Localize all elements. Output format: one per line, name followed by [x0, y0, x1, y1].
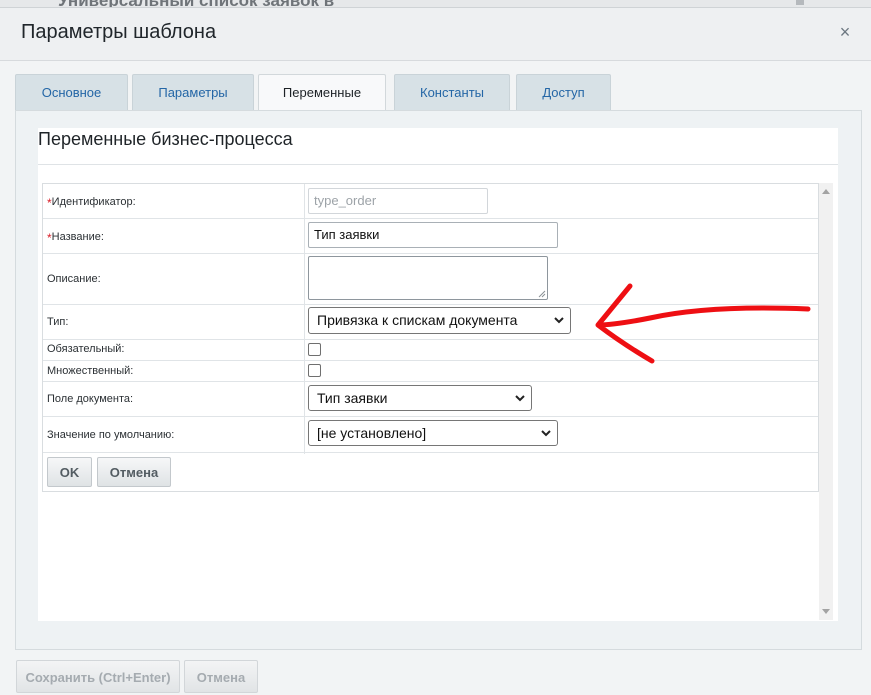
tab-access[interactable]: Доступ: [516, 74, 611, 111]
tab-parameters[interactable]: Параметры: [132, 74, 254, 111]
ok-button[interactable]: OK: [47, 457, 92, 487]
red-arrow-annotation: [595, 283, 811, 364]
type-label: Тип:: [47, 316, 69, 328]
document-field-select-value: Тип заявки: [317, 390, 388, 406]
section-header: Переменные бизнес-процесса: [38, 128, 838, 165]
footer-cancel-button[interactable]: Отмена: [184, 660, 258, 693]
scroll-up-icon[interactable]: [822, 189, 830, 194]
form-row-default-value: Значение по умолчанию: [не установлено]: [43, 416, 818, 453]
name-label: Название:: [51, 231, 104, 243]
close-icon[interactable]: ×: [836, 23, 854, 41]
identifier-label-wrap: *Идентификатор:: [47, 196, 136, 210]
tab-constants[interactable]: Константы: [394, 74, 510, 111]
dialog-header: Параметры шаблона ×: [0, 8, 871, 61]
multiple-checkbox[interactable]: [308, 364, 321, 377]
required-label: Обязательный:: [47, 343, 125, 355]
chevron-down-icon: [554, 317, 564, 324]
name-label-wrap: *Название:: [47, 231, 104, 245]
tab-content-panel: Переменные бизнес-процесса *Идентификато…: [15, 110, 862, 650]
multiple-label: Множественный:: [47, 365, 134, 377]
document-field-label: Поле документа:: [47, 393, 134, 405]
form-row-identifier: *Идентификатор: type_order: [43, 184, 818, 219]
default-value-select-value: [не установлено]: [317, 425, 427, 441]
document-field-select[interactable]: Тип заявки: [308, 385, 532, 411]
form-row-name: *Название: Тип заявки: [43, 218, 818, 254]
section-title: Переменные бизнес-процесса: [38, 129, 293, 149]
description-label: Описание:: [47, 273, 101, 285]
default-value-label: Значение по умолчанию:: [47, 429, 175, 441]
chevron-down-icon: [515, 395, 525, 402]
chevron-down-icon: [541, 430, 551, 437]
variables-panel: Переменные бизнес-процесса *Идентификато…: [38, 128, 838, 621]
background-pin-icon: [796, 0, 804, 5]
description-textarea[interactable]: [308, 256, 548, 300]
default-value-select[interactable]: [не установлено]: [308, 420, 558, 446]
type-select-value: Привязка к спискам документа: [317, 312, 518, 328]
identifier-label: Идентификатор:: [51, 196, 136, 208]
dialog-title: Параметры шаблона: [21, 21, 217, 43]
form-cancel-button[interactable]: Отмена: [97, 457, 171, 487]
type-select[interactable]: Привязка к спискам документа: [308, 307, 571, 334]
resize-grip-icon[interactable]: [538, 290, 546, 298]
tab-variables[interactable]: Переменные: [258, 74, 386, 113]
save-button[interactable]: Сохранить (Ctrl+Enter): [16, 660, 180, 693]
form-row-document-field: Поле документа: Тип заявки: [43, 381, 818, 417]
identifier-input[interactable]: type_order: [308, 188, 488, 214]
required-checkbox[interactable]: [308, 343, 321, 356]
tab-main[interactable]: Основное: [15, 74, 128, 111]
scroll-down-icon[interactable]: [822, 609, 830, 614]
name-input[interactable]: Тип заявки: [308, 222, 558, 248]
scrollbar[interactable]: [819, 183, 833, 620]
